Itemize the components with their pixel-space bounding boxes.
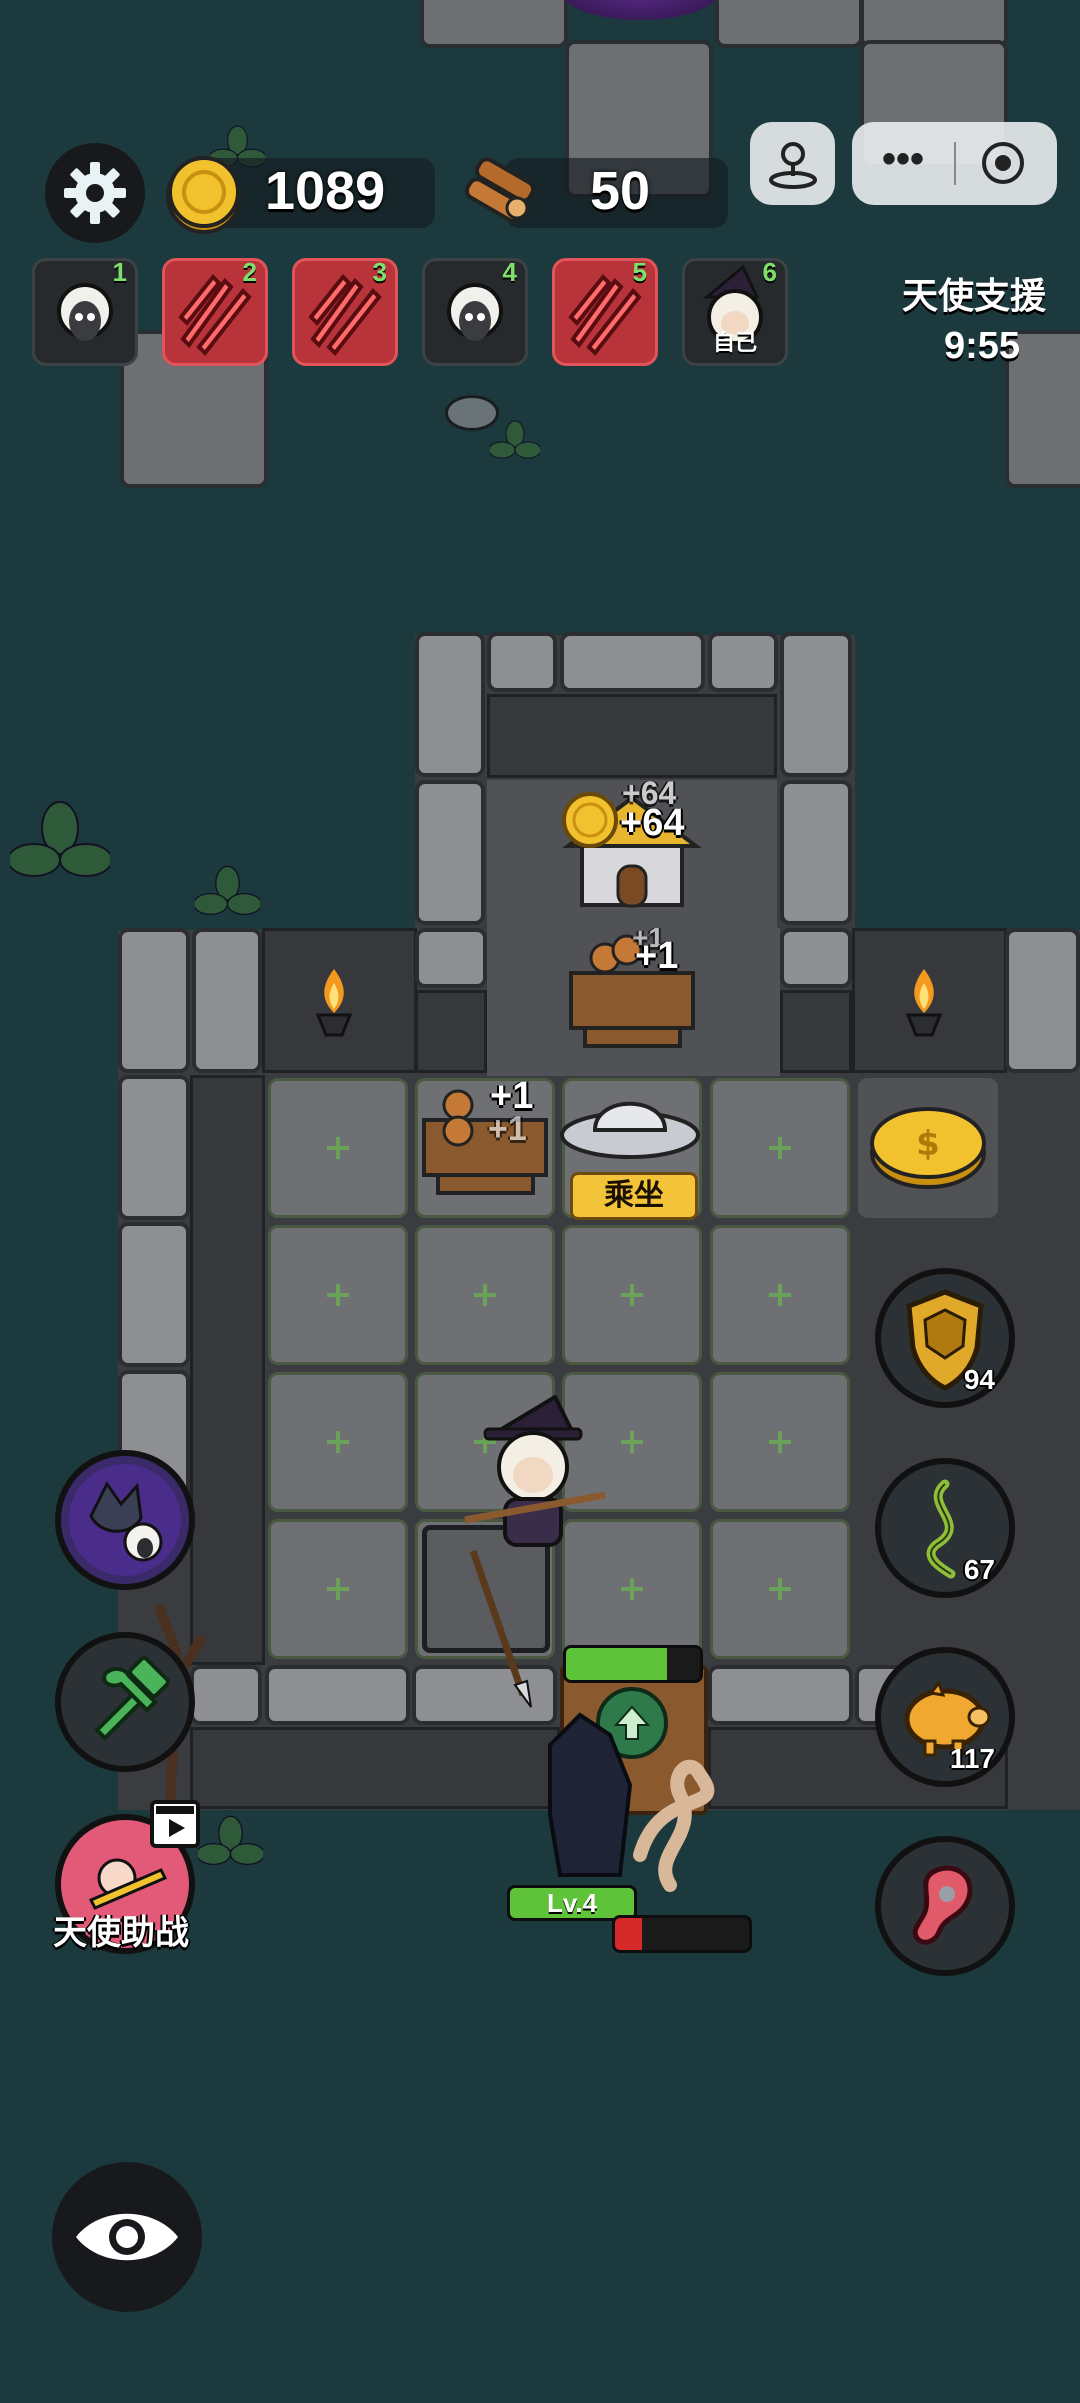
- wall-stone: [265, 1665, 410, 1725]
- house-gain-label: +64: [620, 802, 685, 844]
- player-slot-5[interactable]: 5: [552, 257, 658, 366]
- wolf-vs-sheep-icon: [69, 1464, 181, 1576]
- slot-number: 3: [372, 257, 387, 287]
- wood-logs-icon: [464, 157, 536, 223]
- witch-sheep-player[interactable]: [455, 1395, 615, 1560]
- hammer-wrench-icon: [94, 1656, 170, 1741]
- player-slot-1[interactable]: 1: [32, 257, 138, 366]
- video-ad-icon: [150, 1800, 200, 1848]
- wall-stone: [192, 928, 262, 1073]
- wall-stone: [780, 780, 852, 925]
- wall-brick: [190, 1727, 560, 1809]
- wall-brick: [487, 694, 777, 778]
- gear-icon: [64, 162, 126, 224]
- shadow-wolf-enemy[interactable]: [520, 1705, 740, 1900]
- player-slot-4[interactable]: 4: [422, 257, 528, 366]
- torch-icon: [315, 969, 353, 1037]
- wall-stone: [487, 632, 557, 692]
- wall-stone: [415, 632, 485, 777]
- wall-stone: [708, 632, 778, 692]
- slot-number: 5: [632, 257, 647, 287]
- joystick-icon: [769, 142, 817, 189]
- capsule-divider: [954, 142, 956, 185]
- enemy-hp-bar: [612, 1915, 752, 1953]
- wall-brick: [780, 990, 852, 1073]
- slot-number: 6: [762, 257, 777, 287]
- floor-tile[interactable]: [710, 1519, 850, 1659]
- view-toggle-button[interactable]: [52, 2162, 202, 2312]
- ride-button[interactable]: 乘坐: [570, 1172, 698, 1220]
- gold-amount: 1089: [265, 161, 386, 221]
- wall-stone: [780, 632, 852, 777]
- leaf-decoration: [195, 865, 260, 916]
- floor-tile[interactable]: [415, 1225, 555, 1365]
- wall-brick: [190, 1075, 265, 1665]
- more-dots-icon[interactable]: •••: [882, 139, 924, 179]
- wall-stone: [780, 928, 852, 988]
- wall-stone: [415, 928, 487, 988]
- wolf-vs-sheep-button[interactable]: [55, 1450, 195, 1590]
- heart-organ-icon: [912, 1865, 973, 1945]
- gold-coin-icon: [166, 156, 242, 234]
- wall-stone: [415, 780, 485, 925]
- self-label: 自己: [712, 330, 757, 355]
- slot-number: 4: [502, 257, 517, 287]
- wall-brick: [415, 990, 487, 1073]
- wall-stone: [118, 928, 190, 1073]
- floor-tile[interactable]: [268, 1372, 408, 1512]
- background-path-tile: [715, 0, 863, 48]
- angel-support-title: 天使支援: [902, 275, 1047, 316]
- heart-organ-button[interactable]: [875, 1836, 1015, 1976]
- leaf-decoration: [10, 801, 110, 877]
- player-slot-6-self[interactable]: 6 自己: [682, 257, 788, 366]
- player-slot-2[interactable]: 2: [162, 257, 268, 366]
- player-slot-3[interactable]: 3: [292, 257, 398, 366]
- joystick-button[interactable]: [750, 122, 835, 205]
- build-tools-button[interactable]: [55, 1632, 195, 1772]
- shield-count: 94: [963, 1364, 995, 1395]
- background-path-tile: [420, 0, 568, 48]
- torch-icon: [905, 969, 943, 1037]
- svg-text:$: $: [916, 1124, 940, 1164]
- leaf-decoration: [198, 1815, 263, 1866]
- shield-button[interactable]: 94: [875, 1268, 1015, 1408]
- wall-stone: [1005, 928, 1080, 1073]
- spear-weapon: [469, 1549, 532, 1708]
- record-circle-icon[interactable]: [982, 142, 1024, 184]
- rock-decoration: [445, 395, 499, 431]
- floor-tile[interactable]: [268, 1519, 408, 1659]
- door-hp-bar: [563, 1645, 703, 1683]
- angel-support-timer: 9:55: [944, 325, 1021, 367]
- wood-amount: 50: [590, 161, 651, 221]
- ufo-vehicle-icon[interactable]: [555, 1075, 705, 1175]
- piggy-bank-count: 117: [949, 1743, 995, 1774]
- slot-number: 2: [242, 257, 257, 287]
- floor-tile[interactable]: [710, 1372, 850, 1512]
- floor-tile[interactable]: [710, 1225, 850, 1365]
- floor-tile[interactable]: [562, 1225, 702, 1365]
- wood-gain-ghost: +1: [488, 1110, 527, 1148]
- floor-tile[interactable]: [710, 1078, 850, 1218]
- wood-gain-label: +1: [635, 935, 679, 977]
- piggy-bank-button[interactable]: 117: [875, 1647, 1015, 1787]
- floor-tile[interactable]: [268, 1078, 408, 1218]
- leaf-decoration: [490, 420, 540, 459]
- settings-button[interactable]: [45, 143, 145, 243]
- purple-portal: [560, 0, 720, 20]
- thorn-button[interactable]: 67: [875, 1458, 1015, 1598]
- gold-coin-pickup-icon[interactable]: $: [866, 1095, 991, 1195]
- wall-stone: [560, 632, 705, 692]
- mini-program-capsule: •••: [852, 122, 1057, 205]
- angel-assist-label: 天使助战: [53, 1914, 189, 1952]
- wall-stone: [118, 1075, 190, 1220]
- gold-coin-icon: [562, 792, 618, 848]
- thorn-count: 67: [963, 1554, 995, 1585]
- eye-icon: [76, 2213, 178, 2261]
- slot-number: 1: [112, 257, 127, 287]
- wall-stone: [118, 1222, 190, 1367]
- floor-tile[interactable]: [268, 1225, 408, 1365]
